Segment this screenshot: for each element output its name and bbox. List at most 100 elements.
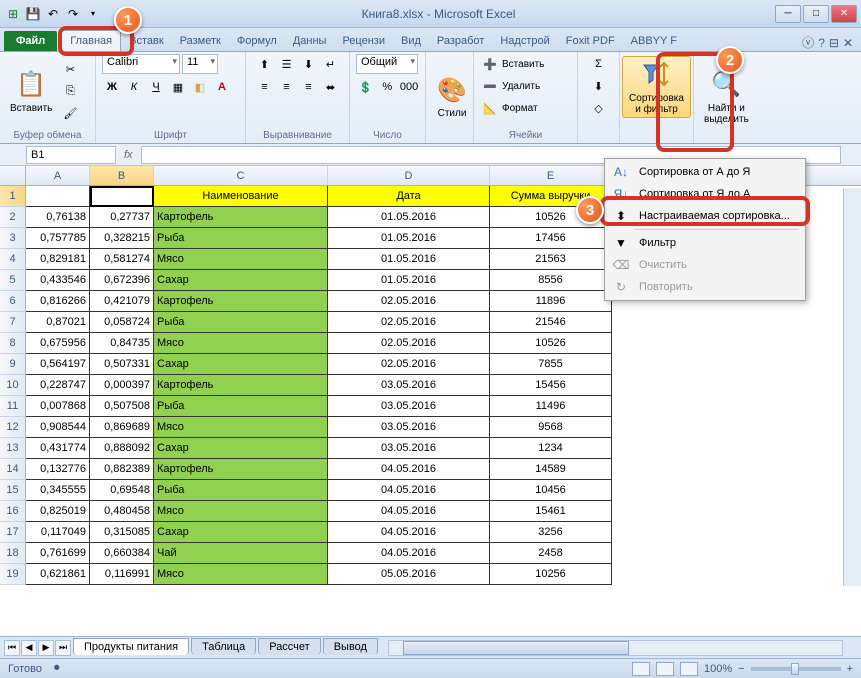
currency-icon[interactable]: 💲 [356,77,376,97]
font-size-combo[interactable]: 11 [182,54,218,74]
row-header[interactable]: 7 [0,312,26,333]
cell[interactable]: 01.05.2016 [328,249,490,270]
cell[interactable]: 02.05.2016 [328,333,490,354]
cell[interactable]: 14589 [490,459,612,480]
percent-icon[interactable]: % [378,77,398,97]
cell[interactable]: Сахар [154,522,328,543]
zoom-level[interactable]: 100% [704,663,732,675]
cell[interactable]: 0,315085 [90,522,154,543]
cell[interactable]: 01.05.2016 [328,228,490,249]
cell[interactable]: 0,058724 [90,312,154,333]
cell[interactable]: Чай [154,543,328,564]
cell[interactable]: 0,675956 [26,333,90,354]
insert-cells-icon[interactable]: ➕ [480,54,500,74]
cell[interactable]: 0,908544 [26,417,90,438]
cell[interactable]: 0,882389 [90,459,154,480]
row-header[interactable]: 5 [0,270,26,291]
cell[interactable]: 0,84735 [90,333,154,354]
cell[interactable]: 0,869689 [90,417,154,438]
align-middle-icon[interactable]: ☰ [277,54,297,74]
cell[interactable]: 0,888092 [90,438,154,459]
cell[interactable]: Сахар [154,354,328,375]
align-center-icon[interactable]: ≡ [277,77,297,97]
cell[interactable]: 0,007868 [26,396,90,417]
cell[interactable]: 01.05.2016 [328,270,490,291]
cell[interactable]: Картофель [154,459,328,480]
tab-home[interactable]: Главная [61,30,121,51]
cell[interactable]: Мясо [154,333,328,354]
menu-sort-az[interactable]: А↓ Сортировка от А до Я [607,161,803,183]
cell[interactable]: 0,87021 [26,312,90,333]
tab-layout[interactable]: Разметк [172,31,229,51]
cell[interactable]: Картофель [154,375,328,396]
format-cells-icon[interactable]: 📐 [480,98,500,118]
align-top-icon[interactable]: ⬆ [255,54,275,74]
row-header[interactable]: 4 [0,249,26,270]
maximize-button[interactable]: □ [803,5,829,23]
undo-icon[interactable]: ↶ [44,5,62,23]
cell[interactable]: 0,564197 [26,354,90,375]
mdi-close-icon[interactable]: ✕ [843,36,853,50]
cell[interactable]: 21546 [490,312,612,333]
cell[interactable]: Сахар [154,270,328,291]
tab-review[interactable]: Рецензи [334,31,393,51]
cell[interactable]: 0,480458 [90,501,154,522]
cell[interactable]: 3256 [490,522,612,543]
row-header[interactable]: 19 [0,564,26,585]
sheet-tab[interactable]: Продукты питания [73,638,189,655]
cell[interactable]: 03.05.2016 [328,396,490,417]
close-button[interactable]: ✕ [831,5,857,23]
align-bottom-icon[interactable]: ⬇ [299,54,319,74]
macro-record-icon[interactable]: ⏺ [54,662,60,675]
cell[interactable]: 0,507331 [90,354,154,375]
cell[interactable]: Мясо [154,417,328,438]
cell[interactable]: 15456 [490,375,612,396]
row-header[interactable]: 12 [0,417,26,438]
help-icon[interactable]: ? [818,36,825,50]
copy-icon[interactable]: ⎘ [60,81,80,101]
cell-header[interactable]: Дата [328,186,490,207]
cell[interactable]: 2458 [490,543,612,564]
italic-button[interactable]: К [124,77,144,97]
cell[interactable]: 10256 [490,564,612,585]
autosum-icon[interactable]: Σ [589,54,609,74]
cell[interactable]: 15461 [490,501,612,522]
row-header[interactable]: 17 [0,522,26,543]
cell[interactable]: 0,507508 [90,396,154,417]
vertical-scrollbar[interactable] [843,188,861,586]
sheet-nav-last[interactable]: ⏭ [55,640,71,656]
row-header[interactable]: 2 [0,207,26,228]
menu-filter[interactable]: ▼ Фильтр [607,232,803,254]
cell[interactable]: 11896 [490,291,612,312]
menu-custom-sort[interactable]: ⬍ Настраиваемая сортировка... [607,205,803,227]
cell[interactable]: 0,433546 [26,270,90,291]
cell[interactable]: 02.05.2016 [328,291,490,312]
bold-button[interactable]: Ж [102,77,122,97]
merge-icon[interactable]: ⬌ [321,77,341,97]
ribbon-minimize-icon[interactable]: ⓥ [802,34,814,51]
cell[interactable]: 7855 [490,354,612,375]
col-header-a[interactable]: A [26,166,90,185]
zoom-out-button[interactable]: − [738,663,744,675]
cell[interactable]: 04.05.2016 [328,543,490,564]
font-name-combo[interactable]: Calibri [102,54,180,74]
row-header[interactable]: 16 [0,501,26,522]
tab-view[interactable]: Вид [393,31,429,51]
col-header-e[interactable]: E [490,166,612,185]
comma-icon[interactable]: 000 [399,77,419,97]
cell[interactable]: 0,829181 [26,249,90,270]
cell[interactable]: 0,431774 [26,438,90,459]
cell[interactable]: Рыба [154,228,328,249]
cell[interactable]: 0,816266 [26,291,90,312]
cell[interactable]: 0,621861 [26,564,90,585]
menu-sort-za[interactable]: Я↓ Сортировка от Я до А [607,183,803,205]
cell[interactable]: 0,228747 [26,375,90,396]
cell[interactable]: 01.05.2016 [328,207,490,228]
cell[interactable] [26,186,90,207]
tab-developer[interactable]: Разработ [429,31,492,51]
font-color-button[interactable]: A [212,77,232,97]
zoom-in-button[interactable]: + [847,663,853,675]
cell[interactable]: Мясо [154,249,328,270]
cell[interactable]: Картофель [154,291,328,312]
row-header[interactable]: 18 [0,543,26,564]
